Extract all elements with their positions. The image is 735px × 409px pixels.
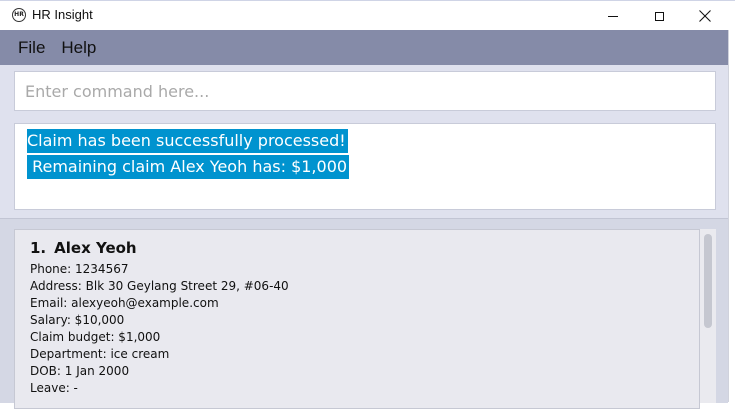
result-message-line: Remaining claim Alex Yeoh has: $1,000 xyxy=(27,155,350,179)
employee-address: Address: Blk 30 Geylang Street 29, #06-4… xyxy=(30,279,289,293)
menu-file[interactable]: File xyxy=(18,38,45,58)
command-input[interactable] xyxy=(14,71,716,111)
result-message-line: Claim has been successfully processed! xyxy=(27,129,348,153)
result-display: Claim has been successfully processed! R… xyxy=(14,123,716,210)
employee-leave: Leave: - xyxy=(30,381,78,395)
employee-claim-budget: Claim budget: $1,000 xyxy=(30,330,161,344)
employee-phone: Phone: 1234567 xyxy=(30,262,129,276)
main-content: Claim has been successfully processed! R… xyxy=(0,65,728,409)
employee-email: Email: alexyeoh@example.com xyxy=(30,296,219,310)
app-logo-icon: HR xyxy=(12,8,26,22)
employee-salary: Salary: $10,000 xyxy=(30,313,125,327)
employee-department: Department: ice cream xyxy=(30,347,170,361)
menu-bar: File Help xyxy=(0,30,728,65)
employee-index: 1. xyxy=(30,239,47,257)
close-button[interactable] xyxy=(682,1,728,31)
scrollbar-thumb[interactable] xyxy=(704,234,712,328)
minimize-button[interactable] xyxy=(590,1,636,31)
minimize-icon xyxy=(608,15,618,17)
employee-name-heading: 1. Alex Yeoh xyxy=(30,239,137,257)
employee-name: Alex Yeoh xyxy=(54,239,137,257)
employee-card[interactable]: 1. Alex Yeoh Phone: 1234567 Address: Blk … xyxy=(14,229,700,409)
maximize-icon xyxy=(654,11,664,21)
employee-dob: DOB: 1 Jan 2000 xyxy=(30,364,130,378)
close-icon xyxy=(699,10,711,22)
menu-help[interactable]: Help xyxy=(61,38,96,58)
window-title: HR Insight xyxy=(32,7,93,22)
window-edge xyxy=(728,30,735,402)
window-title-bar[interactable]: HR HR Insight xyxy=(0,0,735,31)
employee-list-panel: 1. Alex Yeoh Phone: 1234567 Address: Blk … xyxy=(0,218,728,409)
maximize-button[interactable] xyxy=(636,1,682,31)
